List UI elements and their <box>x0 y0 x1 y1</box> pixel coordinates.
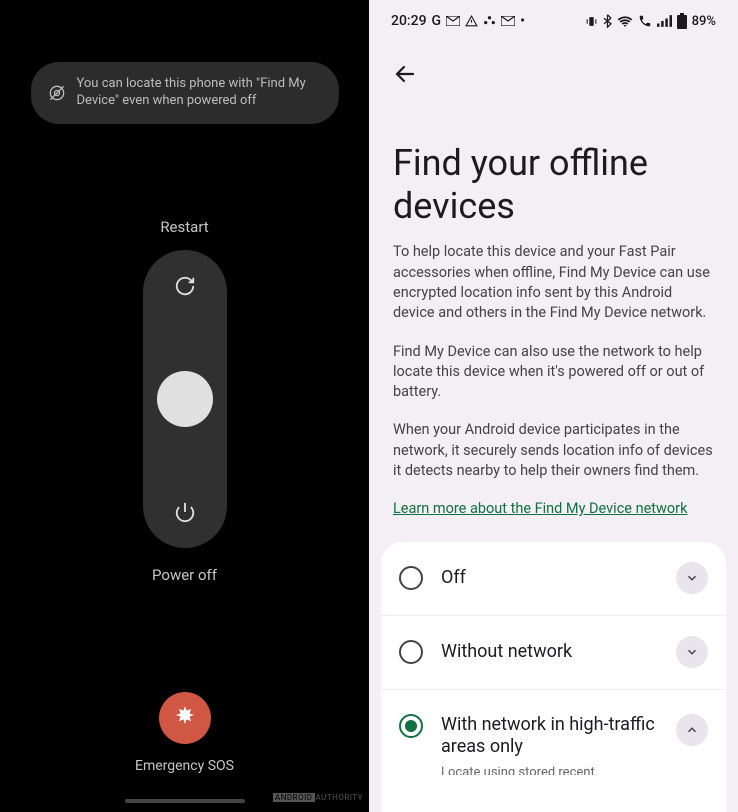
option-off[interactable]: Off <box>381 542 726 616</box>
radio-off[interactable] <box>399 566 423 590</box>
option-label: Off <box>441 567 658 590</box>
page-title: Find your offline devices <box>369 96 738 242</box>
expand-button[interactable] <box>676 636 708 668</box>
expand-button[interactable] <box>676 562 708 594</box>
vibrate-icon <box>585 15 598 28</box>
find-my-device-toast: You can locate this phone with "Find My … <box>31 62 339 124</box>
back-button[interactable] <box>387 56 423 92</box>
option-high-traffic[interactable]: With network in high-traffic areas only … <box>381 690 726 795</box>
dot-icon: • <box>520 13 525 29</box>
gmail-icon <box>446 16 460 26</box>
app-icon <box>483 15 496 28</box>
collapse-button[interactable] <box>676 714 708 746</box>
power-menu-panel: You can locate this phone with "Find My … <box>0 0 369 812</box>
toast-text: You can locate this phone with "Find My … <box>77 76 319 110</box>
description: To help locate this device and your Fast… <box>369 242 738 519</box>
options-card: Off Without network With network in high… <box>381 542 726 812</box>
option-without-network[interactable]: Without network <box>381 616 726 690</box>
wifi-icon <box>617 15 633 27</box>
wifi-call-icon <box>638 14 652 28</box>
power-icon <box>173 500 197 524</box>
option-label: With network in high-traffic areas only <box>441 714 658 759</box>
battery-icon <box>677 13 687 29</box>
google-icon: G <box>432 13 442 29</box>
signal-icon <box>657 15 672 27</box>
slider-handle[interactable] <box>157 371 213 427</box>
radio-without-network[interactable] <box>399 640 423 664</box>
power-slider[interactable] <box>143 250 227 548</box>
medical-icon <box>173 704 197 732</box>
emergency-sos-button[interactable] <box>159 692 211 744</box>
warning-icon <box>465 15 478 28</box>
watermark: ANDROIDAUTHORITY <box>273 793 363 802</box>
home-indicator[interactable] <box>125 799 245 803</box>
para-2: Find My Device can also use the network … <box>393 342 714 403</box>
radio-high-traffic[interactable] <box>399 714 423 738</box>
poweroff-label: Power off <box>152 566 217 584</box>
clock: 20:29 <box>391 13 427 29</box>
option-subtext: Locate using stored recent <box>441 765 658 775</box>
para-3: When your Android device participates in… <box>393 420 714 481</box>
option-label: Without network <box>441 641 658 664</box>
radar-icon <box>47 83 67 103</box>
status-bar: 20:29 G • 89% <box>369 0 738 42</box>
restart-icon <box>173 274 197 298</box>
bluetooth-icon <box>603 14 612 28</box>
learn-more-link[interactable]: Learn more about the Find My Device netw… <box>393 500 687 517</box>
settings-panel: 20:29 G • 89% Find your offline devices … <box>369 0 738 812</box>
restart-label: Restart <box>160 218 208 236</box>
para-1: To help locate this device and your Fast… <box>393 242 714 323</box>
battery-percent: 89% <box>692 14 716 29</box>
sos-label: Emergency SOS <box>135 758 234 774</box>
gmail-icon-2 <box>501 16 515 26</box>
